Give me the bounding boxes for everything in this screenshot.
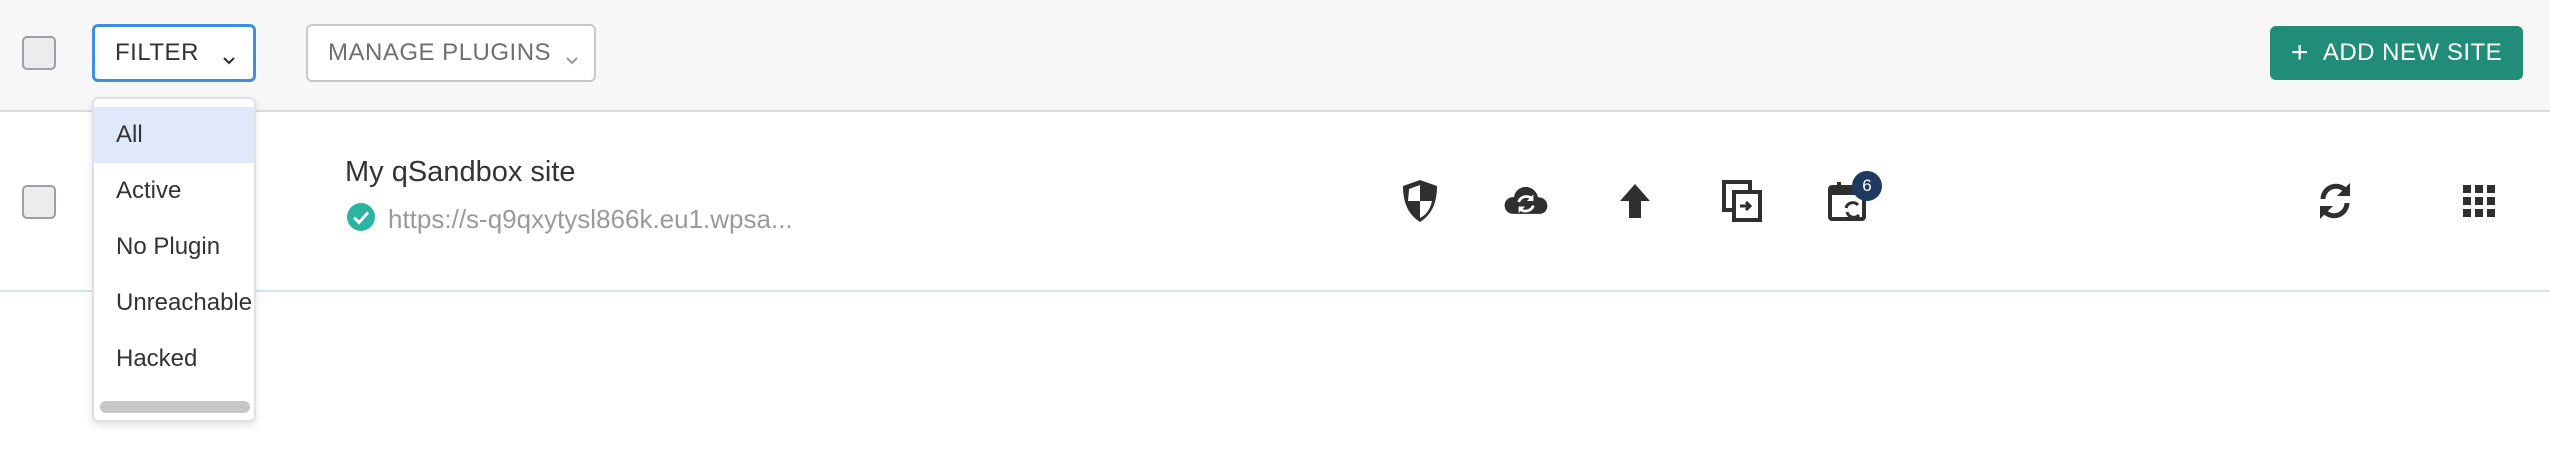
site-row: My qSandbox site https://s-q9qxytysl866k…	[0, 112, 2550, 292]
filter-option-label: Hacked	[116, 345, 198, 372]
refresh-icon[interactable]	[2311, 177, 2359, 225]
security-shield-icon[interactable]	[1396, 177, 1444, 225]
scheduled-calendar-icon[interactable]: 6	[1824, 171, 1882, 225]
filter-option-label: No Plugin	[116, 233, 221, 260]
filter-dropdown-menu: All Active No Plugin Unreachable Hacked	[92, 97, 256, 422]
filter-option-label: All	[116, 121, 143, 148]
add-new-site-button[interactable]: + ADD NEW SITE	[2270, 26, 2523, 80]
manage-plugins-label: MANAGE PLUGINS	[328, 39, 552, 66]
add-new-site-label: ADD NEW SITE	[2322, 39, 2503, 66]
scheduled-count-badge: 6	[1852, 171, 1882, 201]
filter-option-all[interactable]: All	[94, 107, 254, 163]
filter-option-hacked[interactable]: Hacked	[94, 331, 254, 387]
site-select-checkbox[interactable]	[22, 185, 56, 219]
chevron-down-icon	[564, 46, 580, 74]
site-title[interactable]: My qSandbox site	[345, 156, 576, 189]
filter-option-label: Active	[116, 177, 182, 204]
filter-option-active[interactable]: Active	[94, 163, 254, 219]
bulk-actions-toolbar: FILTER MANAGE PLUGINS + ADD NEW SITE	[0, 0, 2550, 112]
filter-option-label: Unreachable	[116, 289, 253, 316]
dropdown-horizontal-scrollbar[interactable]	[100, 401, 250, 413]
site-url-line: https://s-q9qxytysl866k.eu1.wpsa...	[346, 202, 793, 237]
select-all-checkbox[interactable]	[22, 36, 56, 70]
clone-icon[interactable]	[1718, 177, 1766, 225]
filter-option-unreachable[interactable]: Unreachable	[94, 275, 254, 331]
filter-option-no-plugin[interactable]: No Plugin	[94, 219, 254, 275]
connected-check-icon	[346, 202, 376, 237]
cloud-sync-icon[interactable]	[1502, 177, 1550, 225]
site-url[interactable]: https://s-q9qxytysl866k.eu1.wpsa...	[388, 204, 793, 235]
grid-menu-icon[interactable]	[2455, 177, 2503, 225]
filter-label: FILTER	[115, 39, 199, 66]
plus-icon: +	[2290, 36, 2309, 69]
chevron-down-icon	[221, 46, 237, 74]
filter-dropdown-button[interactable]: FILTER	[92, 24, 256, 82]
upload-arrow-icon[interactable]	[1611, 177, 1659, 225]
manage-plugins-button[interactable]: MANAGE PLUGINS	[306, 24, 596, 82]
